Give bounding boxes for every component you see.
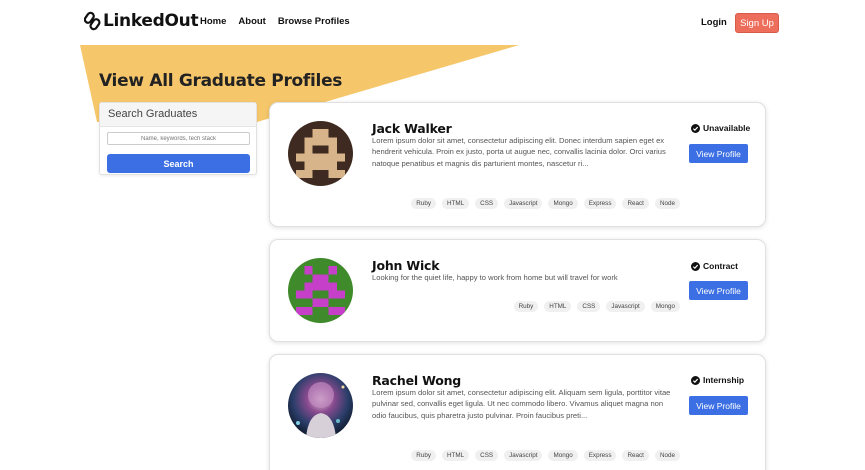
check-circle-icon (691, 375, 700, 385)
tech-tag: CSS (577, 301, 601, 312)
search-button[interactable]: Search (107, 154, 250, 173)
tech-tag: Javascript (504, 198, 543, 209)
nav-browse-profiles[interactable]: Browse Profiles (278, 16, 350, 27)
tech-tag: Node (654, 450, 680, 461)
search-input[interactable] (107, 132, 250, 145)
tech-tag: React (622, 198, 649, 209)
tech-tag: Mongo (650, 301, 680, 312)
tech-tags: Ruby HTML CSS Javascript Mongo (513, 301, 680, 312)
tech-tags: Ruby HTML CSS Javascript Mongo Express R… (411, 198, 680, 209)
login-link[interactable]: Login (701, 17, 727, 28)
navbar: LinkedOut Home About Browse Profiles Log… (0, 0, 865, 45)
profile-description: Lorem ipsum dolor sit amet, consectetur … (372, 388, 671, 420)
profile-card: John Wick Looking for the quiet life, ha… (269, 239, 766, 342)
tech-tag: HTML (442, 198, 470, 209)
profile-card: Rachel Wong Lorem ipsum dolor sit amet, … (269, 354, 766, 470)
tech-tag: Mongo (548, 198, 578, 209)
tech-tag: CSS (475, 450, 499, 461)
tech-tag: React (622, 450, 649, 461)
avatar (288, 121, 353, 186)
tech-tag: Javascript (606, 301, 645, 312)
search-panel: Search Graduates Search (99, 102, 257, 175)
brand-name: LinkedOut (103, 11, 199, 31)
avatar (288, 373, 353, 438)
status-label: Contract (703, 261, 738, 271)
check-circle-icon (691, 123, 700, 133)
tech-tag: Express (583, 450, 617, 461)
tech-tag: Express (583, 198, 617, 209)
status-badge: Contract (691, 261, 738, 271)
profile-card: Jack Walker Lorem ipsum dolor sit amet, … (269, 102, 766, 227)
tech-tag: Javascript (504, 450, 543, 461)
tech-tags: Ruby HTML CSS Javascript Mongo Express R… (411, 450, 680, 461)
tech-tag: Ruby (411, 450, 436, 461)
nav-links: Home About Browse Profiles (200, 16, 350, 27)
view-profile-button[interactable]: View Profile (689, 144, 748, 163)
status-badge: Internship (691, 375, 744, 385)
chain-link-icon (84, 11, 101, 31)
tech-tag: Ruby (411, 198, 436, 209)
profile-description: Looking for the quiet life, happy to wor… (372, 273, 618, 282)
profile-name[interactable]: Jack Walker (372, 121, 452, 136)
nav-home[interactable]: Home (200, 16, 226, 27)
page-title: View All Graduate Profiles (99, 71, 343, 91)
status-badge: Unavailable (691, 123, 750, 133)
status-label: Unavailable (703, 123, 751, 133)
tech-tag: Ruby (513, 301, 539, 312)
brand-logo[interactable]: LinkedOut (84, 11, 199, 31)
view-profile-button[interactable]: View Profile (689, 281, 748, 300)
profile-name[interactable]: John Wick (372, 258, 440, 273)
status-label: Internship (703, 375, 745, 385)
tech-tag: Node (654, 198, 680, 209)
avatar (288, 258, 353, 323)
nav-about[interactable]: About (238, 16, 265, 27)
tech-tag: HTML (544, 301, 572, 312)
tech-tag: CSS (475, 198, 499, 209)
tech-tag: HTML (442, 450, 470, 461)
profile-description: Lorem ipsum dolor sit amet, consectetur … (372, 136, 666, 168)
signup-button[interactable]: Sign Up (735, 13, 779, 33)
check-circle-icon (691, 261, 700, 271)
view-profile-button[interactable]: View Profile (689, 396, 748, 415)
search-heading: Search Graduates (100, 103, 256, 127)
tech-tag: Mongo (548, 450, 578, 461)
profile-name[interactable]: Rachel Wong (372, 373, 461, 388)
